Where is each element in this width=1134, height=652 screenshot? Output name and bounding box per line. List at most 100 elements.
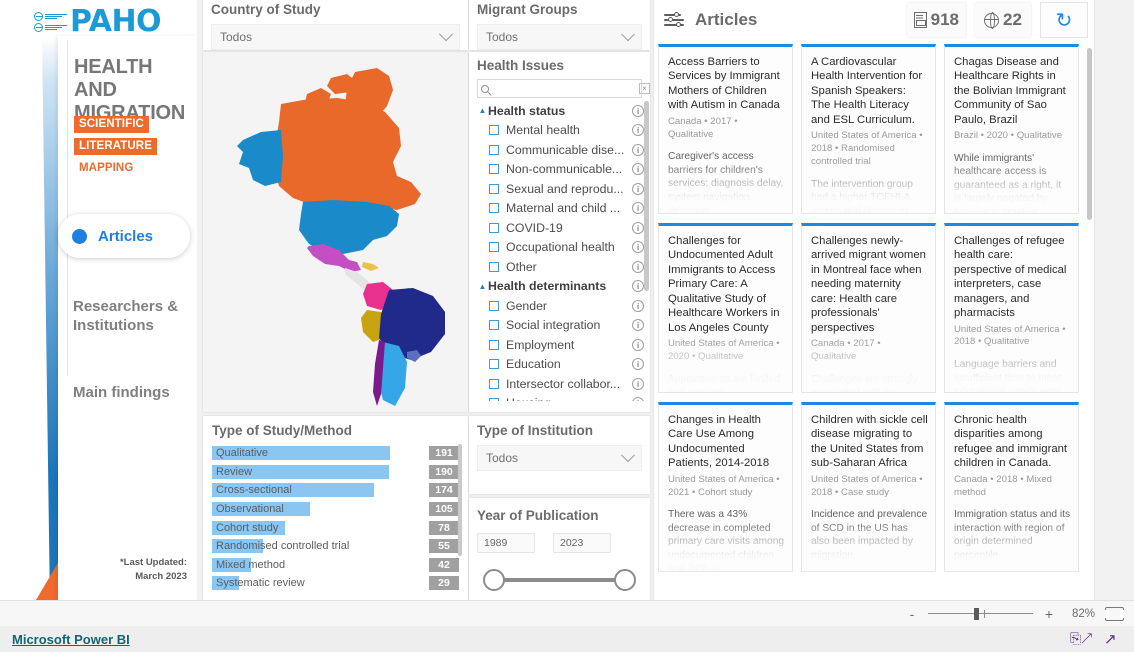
info-icon[interactable]: i — [632, 124, 644, 137]
checkbox[interactable] — [489, 125, 499, 136]
tree-item-social-integration[interactable]: Social integration i — [477, 316, 650, 336]
sidebar-item-researchers-institutions[interactable]: Researchers & Institutions — [73, 298, 188, 336]
clear-search-icon[interactable]: × — [639, 83, 650, 94]
bar-row[interactable]: Systematic review 29 — [212, 574, 459, 593]
tree-item-mental-health[interactable]: Mental health i — [477, 121, 650, 141]
year-max-field[interactable]: 2023 — [553, 533, 611, 553]
kpi-countries-count[interactable]: 22 — [975, 3, 1031, 37]
articles-card-list[interactable]: Access Barriers to Services by Immigrant… — [654, 44, 1094, 600]
checkbox[interactable] — [489, 222, 499, 233]
article-card[interactable]: Changes in Health Care Use Among Undocum… — [658, 402, 793, 572]
tree-item-communicable-diseases[interactable]: Communicable dise... i — [477, 140, 650, 160]
bar-row[interactable]: Randomised controlled trial 55 — [212, 537, 459, 556]
expand-icon[interactable]: ↗ — [1104, 630, 1122, 648]
bar-row[interactable]: Qualitative 191 — [212, 444, 459, 463]
footer-bar: Microsoft Power BI ⎘↗ ↗ — [0, 626, 1134, 652]
bar-chart-scrollbar[interactable] — [458, 444, 462, 556]
bar-row[interactable]: Review 190 — [212, 463, 459, 482]
article-card[interactable]: Chronic health disparities among refugee… — [944, 402, 1079, 572]
year-range-slider[interactable] — [483, 569, 636, 591]
bar-row[interactable]: Observational 105 — [212, 500, 459, 519]
zoom-slider-handle[interactable] — [974, 607, 979, 620]
info-icon[interactable]: i — [632, 319, 644, 332]
tree-item-non-communicable[interactable]: Non-communicable... i — [477, 160, 650, 180]
checkbox[interactable] — [489, 359, 499, 370]
search-input[interactable] — [493, 82, 635, 95]
checkbox[interactable] — [489, 242, 499, 253]
info-icon[interactable]: i — [632, 182, 644, 195]
checkbox[interactable] — [489, 320, 499, 331]
bar-row[interactable]: Cross-sectional 174 — [212, 481, 459, 500]
filter-sliders-icon[interactable] — [664, 11, 686, 28]
brand-sidebar: PAHO HEALTH AND MIGRATION SCIENTIFIC LIT… — [0, 0, 197, 600]
tree-group-health-determinants[interactable]: ▲ Health determinants i — [477, 277, 650, 297]
institution-dropdown[interactable]: Todos — [477, 445, 642, 471]
sidebar-item-main-findings[interactable]: Main findings — [73, 384, 170, 403]
article-card[interactable]: Challenges of refugee health care: persp… — [944, 223, 1079, 393]
country-dropdown[interactable]: Todos — [211, 24, 460, 50]
health-issues-scrollbar[interactable] — [644, 101, 649, 291]
tree-item-sexual-reproductive[interactable]: Sexual and reprodu... i — [477, 179, 650, 199]
checkbox[interactable] — [489, 164, 499, 175]
migrant-groups-dropdown[interactable]: Todos — [477, 24, 642, 50]
slider-handle-max[interactable] — [614, 569, 636, 591]
zoom-out-button[interactable]: - — [906, 606, 918, 622]
refresh-button[interactable]: ↻ — [1040, 2, 1088, 38]
tree-item-gender[interactable]: Gender i — [477, 296, 650, 316]
info-icon[interactable]: i — [632, 143, 644, 156]
sidebar-item-articles[interactable]: Articles — [58, 214, 190, 258]
article-card[interactable]: Access Barriers to Services by Immigrant… — [658, 44, 793, 214]
share-icon[interactable]: ⎘↗ — [1070, 630, 1092, 648]
health-issues-tree[interactable]: ▲ Health status i Mental health i Commun… — [477, 101, 650, 401]
info-icon[interactable]: i — [632, 299, 644, 312]
slider-handle-min[interactable] — [483, 569, 505, 591]
checkbox[interactable] — [489, 144, 499, 155]
info-icon[interactable]: i — [632, 280, 644, 293]
caret-expanded-icon[interactable]: ▲ — [477, 282, 488, 291]
info-icon[interactable]: i — [632, 163, 644, 176]
tree-item-employment[interactable]: Employment i — [477, 335, 650, 355]
tree-item-maternal-child[interactable]: Maternal and child ... i — [477, 199, 650, 219]
checkbox[interactable] — [489, 203, 499, 214]
checkbox[interactable] — [489, 398, 499, 401]
tree-item-housing[interactable]: Housing i — [477, 394, 650, 401]
article-card[interactable]: A Cardiovascular Health Intervention for… — [801, 44, 936, 214]
tree-item-other[interactable]: Other i — [477, 257, 650, 277]
info-icon[interactable]: i — [632, 221, 644, 234]
microsoft-power-bi-link[interactable]: Microsoft Power BI — [12, 632, 130, 647]
bar-row[interactable]: Cohort study 78 — [212, 518, 459, 537]
americas-map[interactable] — [203, 52, 468, 412]
info-icon[interactable]: i — [632, 241, 644, 254]
tree-item-occupational-health[interactable]: Occupational health i — [477, 238, 650, 258]
fit-to-page-icon[interactable] — [1105, 606, 1124, 621]
zoom-in-button[interactable]: + — [1043, 606, 1055, 622]
info-icon[interactable]: i — [632, 202, 644, 215]
health-issues-search[interactable]: × — [477, 79, 650, 98]
bar-row[interactable]: Mixed method 42 — [212, 556, 459, 575]
caret-expanded-icon[interactable]: ▲ — [477, 106, 488, 115]
checkbox[interactable] — [489, 339, 499, 350]
info-icon[interactable]: i — [632, 104, 644, 117]
checkbox[interactable] — [489, 300, 499, 311]
checkbox[interactable] — [489, 183, 499, 194]
info-icon[interactable]: i — [632, 260, 644, 273]
info-icon[interactable]: i — [632, 397, 644, 401]
tree-item-covid-19[interactable]: COVID-19 i — [477, 218, 650, 238]
tree-item-intersector-collaboration[interactable]: Intersector collabor... i — [477, 374, 650, 394]
article-card[interactable]: Chagas Disease and Healthcare Rights in … — [944, 44, 1079, 214]
checkbox[interactable] — [489, 261, 499, 272]
article-card[interactable]: Challenges newly-arrived migrant women i… — [801, 223, 936, 393]
article-card[interactable]: Challenges for Undocumented Adult Immigr… — [658, 223, 793, 393]
info-icon[interactable]: i — [632, 338, 644, 351]
map-visual[interactable] — [203, 52, 468, 412]
info-icon[interactable]: i — [632, 358, 644, 371]
article-card[interactable]: Children with sickle cell disease migrat… — [801, 402, 936, 572]
year-min-field[interactable]: 1989 — [477, 533, 535, 553]
zoom-slider[interactable] — [928, 607, 1033, 620]
kpi-articles-count[interactable]: 918 — [906, 3, 966, 37]
tree-group-health-status[interactable]: ▲ Health status i — [477, 101, 650, 121]
info-icon[interactable]: i — [632, 377, 644, 390]
checkbox[interactable] — [489, 378, 499, 389]
articles-scrollbar[interactable] — [1087, 48, 1092, 220]
tree-item-education[interactable]: Education i — [477, 355, 650, 375]
